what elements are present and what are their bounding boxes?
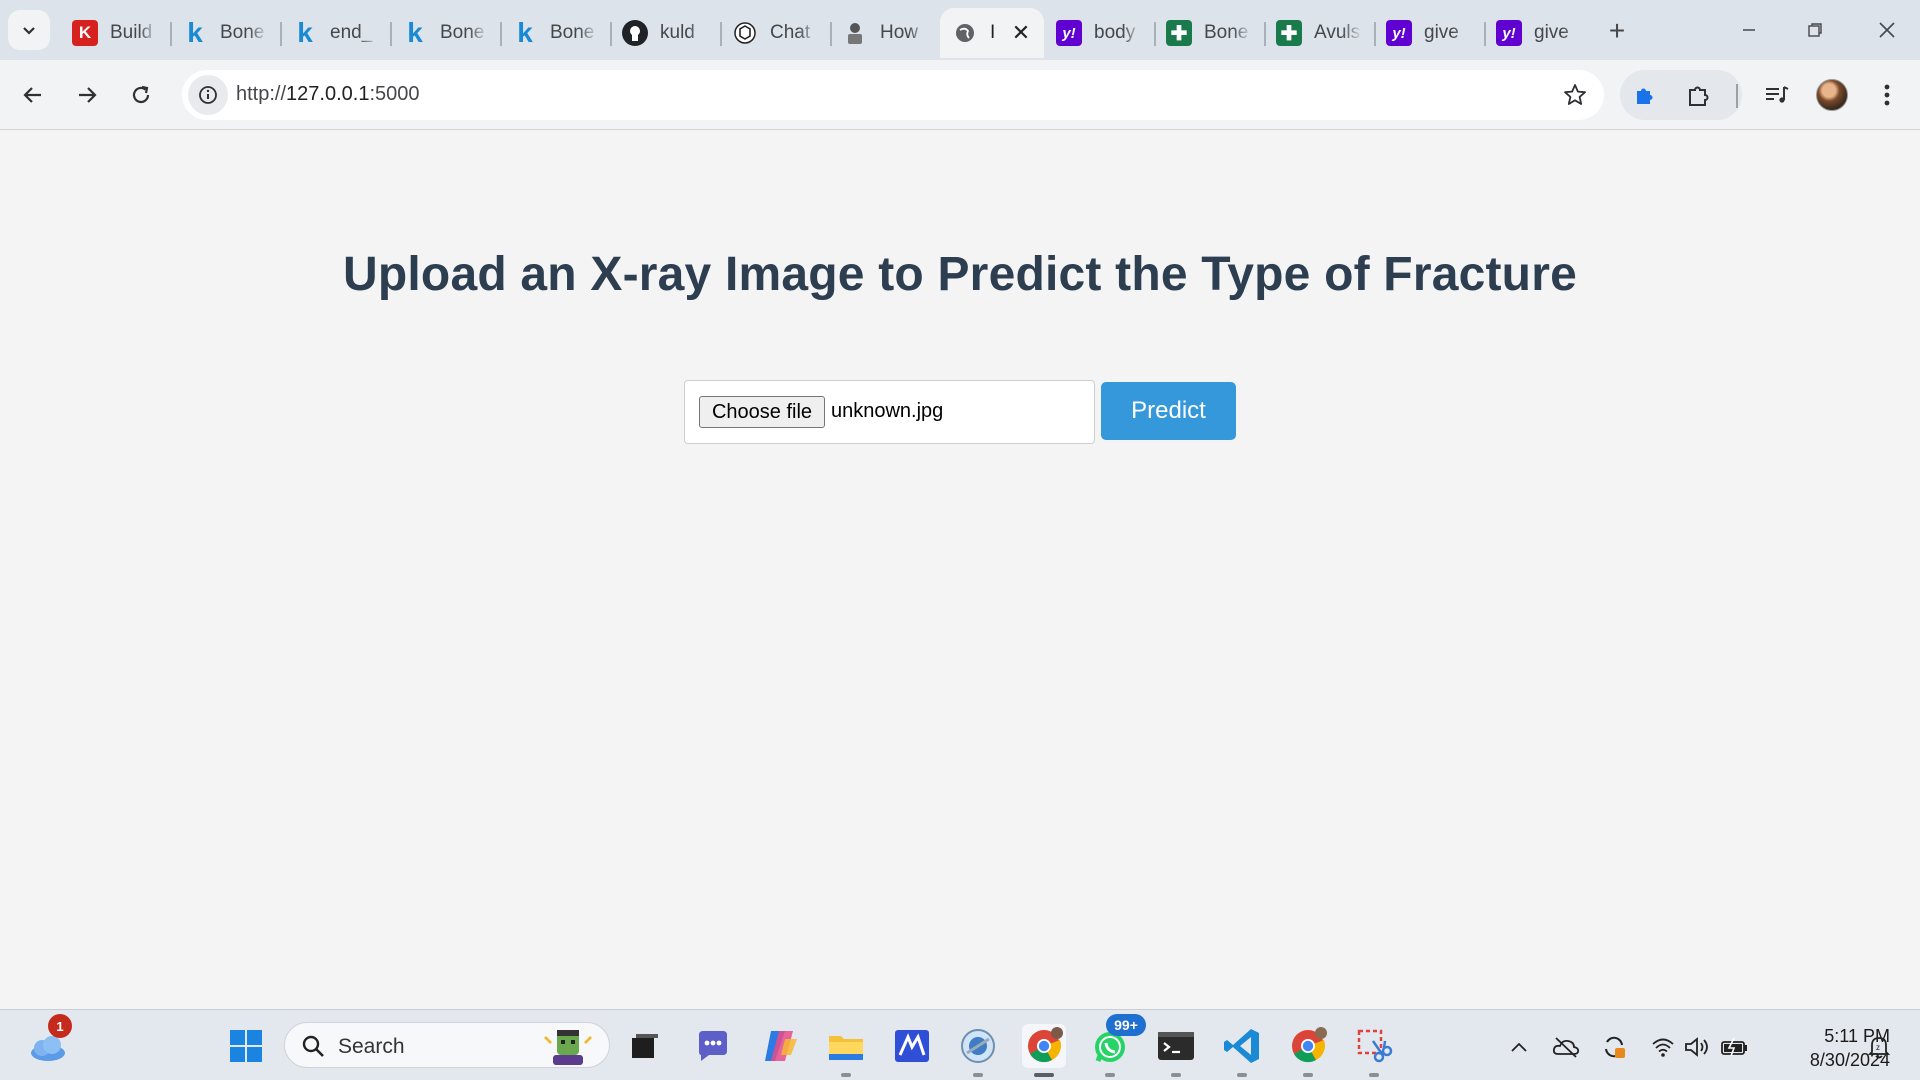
tab[interactable]: y! give — [1484, 8, 1594, 58]
whatsapp-icon[interactable]: 99+ — [1088, 1014, 1146, 1077]
page-title: Upload an X-ray Image to Predict the Typ… — [343, 248, 1577, 301]
tab[interactable]: ✚ Avuls — [1264, 8, 1374, 58]
medical-cross-icon: ✚ — [1166, 20, 1192, 46]
wifi-icon[interactable] — [1648, 1032, 1678, 1062]
taskbar-search[interactable]: Search — [284, 1022, 610, 1068]
chrome-profile-icon[interactable] — [1286, 1024, 1330, 1077]
sync-icon[interactable] — [1599, 1032, 1629, 1062]
app-circle-icon[interactable] — [956, 1024, 1000, 1077]
tab-active[interactable]: I ✕ — [940, 8, 1044, 58]
chrome-icon[interactable] — [1022, 1024, 1066, 1077]
taskbar: 1 Search 99+ 5:11 PM 8/30/2024 z — [0, 1009, 1920, 1080]
site-info-icon[interactable] — [188, 75, 228, 115]
chatgpt-icon — [732, 20, 758, 46]
file-upload-field[interactable]: Choose file unknown.jpg — [684, 380, 1095, 444]
minimize-icon[interactable] — [1716, 0, 1782, 60]
choose-file-button[interactable]: Choose file — [699, 396, 825, 428]
search-highlight-icon — [544, 1030, 592, 1065]
menu-kebab-icon[interactable] — [1864, 72, 1910, 118]
chevron-down-icon — [23, 27, 35, 35]
tab[interactable]: k end_ — [280, 8, 390, 58]
k-red-icon: K — [72, 20, 98, 46]
extension-puzzle-active-icon[interactable] — [1622, 72, 1668, 118]
url-port: :5000 — [369, 83, 420, 105]
weather-badge: 1 — [48, 1014, 72, 1038]
profile-avatar[interactable] — [1816, 79, 1848, 111]
notifications-icon[interactable]: z — [1864, 1032, 1894, 1062]
medical-cross-icon: ✚ — [1276, 20, 1302, 46]
tab[interactable]: How — [830, 8, 940, 58]
browser-toolbar: http://127.0.0.1:5000 — [0, 60, 1920, 130]
yahoo-icon: y! — [1386, 20, 1412, 46]
chevron-up-icon[interactable] — [1504, 1032, 1534, 1062]
app-m-icon[interactable] — [890, 1024, 934, 1068]
tab[interactable]: K Build — [60, 8, 170, 58]
new-tab-icon[interactable]: + — [1600, 14, 1634, 48]
tab[interactable]: k Bone — [500, 8, 610, 58]
toolbar-divider — [1736, 84, 1738, 108]
tab-list: K Build k Bone k end_ k Bone k Bone kuld Chat… — [60, 8, 1594, 58]
k-blue-icon: k — [297, 17, 313, 48]
close-tab-icon[interactable]: ✕ — [1010, 20, 1032, 45]
copilot-icon[interactable] — [758, 1024, 802, 1068]
selected-file-name: unknown.jpg — [831, 400, 944, 422]
weather-widget-icon[interactable]: 1 — [26, 1014, 72, 1068]
whatsapp-badge: 99+ — [1106, 1014, 1146, 1036]
restore-icon[interactable] — [1782, 0, 1848, 60]
tab-search-button[interactable] — [8, 10, 50, 50]
tab[interactable]: Chat — [720, 8, 830, 58]
task-view-icon[interactable] — [622, 1024, 666, 1068]
search-label: Search — [338, 1035, 405, 1058]
tab-strip: K Build k Bone k end_ k Bone k Bone kuld Chat… — [0, 0, 1920, 60]
extensions-icon[interactable] — [1676, 72, 1722, 118]
globe-icon — [952, 20, 978, 46]
volume-icon[interactable] — [1683, 1032, 1713, 1062]
vscode-icon[interactable] — [1220, 1024, 1264, 1077]
person-icon — [842, 20, 868, 46]
tab[interactable]: k Bone — [390, 8, 500, 58]
search-icon — [302, 1035, 324, 1057]
address-bar[interactable]: http://127.0.0.1:5000 — [182, 70, 1604, 120]
k-blue-icon: k — [517, 17, 533, 48]
yahoo-icon: y! — [1056, 20, 1082, 46]
svg-text:z: z — [1876, 1043, 1880, 1052]
page-content: Upload an X-ray Image to Predict the Typ… — [0, 131, 1920, 1009]
tab[interactable]: y! give — [1374, 8, 1484, 58]
media-control-icon[interactable] — [1754, 72, 1800, 118]
file-explorer-icon[interactable] — [824, 1024, 868, 1077]
tab[interactable]: k Bone — [170, 8, 280, 58]
teams-chat-icon[interactable] — [691, 1024, 735, 1068]
github-icon — [622, 20, 648, 46]
bookmark-star-icon[interactable] — [1562, 82, 1588, 113]
windows-start-icon[interactable] — [224, 1024, 268, 1068]
forward-icon[interactable] — [64, 72, 110, 118]
predict-button[interactable]: Predict — [1101, 382, 1236, 440]
back-icon[interactable] — [10, 72, 56, 118]
snipping-tool-icon[interactable] — [1352, 1024, 1396, 1077]
onedrive-offline-icon[interactable] — [1551, 1032, 1581, 1062]
url-host: 127.0.0.1 — [286, 83, 370, 105]
tab[interactable]: kuld — [610, 8, 720, 58]
battery-icon[interactable] — [1720, 1032, 1750, 1062]
tab[interactable]: y! body — [1044, 8, 1154, 58]
reload-icon[interactable] — [118, 72, 164, 118]
k-blue-icon: k — [187, 17, 203, 48]
url-text[interactable]: http://127.0.0.1:5000 — [236, 83, 420, 106]
terminal-icon[interactable] — [1154, 1024, 1198, 1077]
yahoo-icon: y! — [1496, 20, 1522, 46]
close-window-icon[interactable] — [1854, 0, 1920, 60]
k-blue-icon: k — [407, 17, 423, 48]
url-scheme: http:// — [236, 83, 287, 105]
tab[interactable]: ✚ Bone — [1154, 8, 1264, 58]
